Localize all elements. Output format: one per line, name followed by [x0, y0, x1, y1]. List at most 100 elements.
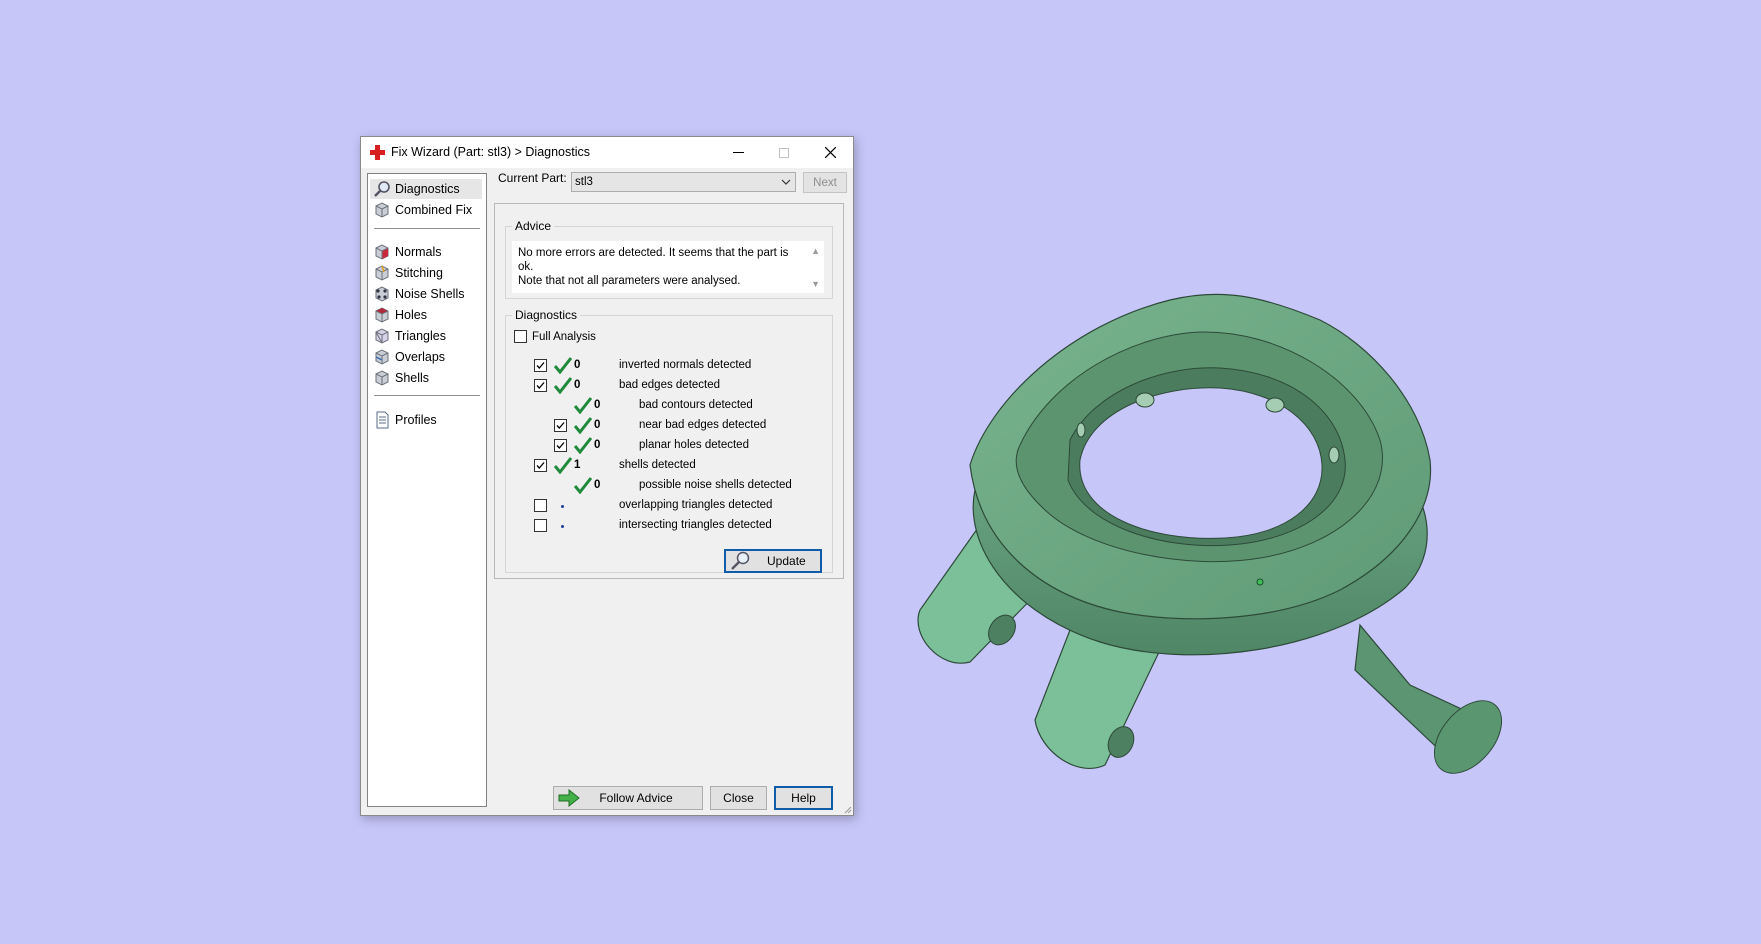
nav-item-label: Diagnostics — [395, 182, 460, 196]
current-part-select[interactable]: stl3 — [571, 172, 796, 192]
nav-item-label: Profiles — [395, 413, 437, 427]
wizard-nav: Diagnostics Combined Fix Normals Stitchi… — [367, 173, 487, 807]
row-checkbox[interactable] — [534, 519, 547, 532]
minimize-icon — [732, 152, 744, 153]
nav-item-holes[interactable]: Holes — [370, 305, 482, 325]
row-count: 0 — [594, 399, 601, 411]
stitching-cube-icon — [375, 265, 389, 281]
nav-item-label: Combined Fix — [395, 203, 473, 217]
diagnostics-group: Diagnostics Full Analysis 0 inverted nor… — [505, 308, 833, 573]
update-label: Update — [767, 554, 806, 568]
row-label: bad contours detected — [639, 399, 753, 411]
not-analysed-dot — [561, 505, 564, 508]
row-checkbox[interactable] — [554, 439, 567, 452]
not-analysed-dot — [561, 525, 564, 528]
minimize-button[interactable] — [715, 137, 761, 168]
close-icon — [824, 147, 836, 158]
close-button[interactable]: Close — [710, 786, 767, 810]
row-checkbox[interactable] — [554, 419, 567, 432]
row-label: planar holes detected — [639, 439, 749, 451]
ok-check-icon — [574, 397, 592, 414]
follow-advice-button[interactable]: Follow Advice — [553, 786, 703, 810]
triangles-cube-icon — [375, 328, 389, 344]
red-cross-icon — [370, 145, 385, 160]
nav-item-label: Holes — [395, 308, 427, 322]
advice-line: No more errors are detected. It seems th… — [518, 247, 789, 273]
nav-divider — [374, 228, 480, 229]
help-button[interactable]: Help — [774, 786, 833, 810]
title-bar[interactable]: Fix Wizard (Part: stl3) > Diagnostics — [361, 137, 853, 168]
row-count: 0 — [594, 439, 601, 451]
3d-part-model[interactable] — [900, 290, 1540, 800]
cube-icon — [375, 202, 389, 218]
nav-item-label: Noise Shells — [395, 287, 465, 301]
magnifier-icon — [374, 181, 390, 197]
nav-item-combined-fix[interactable]: Combined Fix — [370, 200, 482, 220]
nav-item-label: Overlaps — [395, 350, 446, 364]
resize-grip-icon[interactable] — [842, 804, 852, 814]
maximize-icon — [779, 147, 789, 158]
nav-item-noise-shells[interactable]: Noise Shells — [370, 284, 482, 304]
next-button[interactable]: Next — [803, 172, 847, 193]
arrow-right-icon — [558, 789, 580, 807]
scroll-down-icon[interactable]: ▼ — [811, 279, 820, 289]
row-count: 0 — [594, 479, 601, 491]
document-icon — [376, 411, 389, 429]
advice-textbox[interactable]: No more errors are detected. It seems th… — [512, 241, 824, 293]
row-checkbox[interactable] — [534, 359, 547, 372]
row-label: shells detected — [619, 459, 696, 471]
row-label: inverted normals detected — [619, 359, 752, 371]
nav-item-overlaps[interactable]: Overlaps — [370, 347, 482, 367]
close-window-button[interactable] — [807, 137, 853, 168]
nav-divider — [374, 395, 480, 396]
diagnostics-group-title: Diagnostics — [512, 308, 581, 322]
ok-check-icon — [554, 357, 572, 374]
nav-item-normals[interactable]: Normals — [370, 242, 482, 262]
row-label: bad edges detected — [619, 379, 721, 391]
update-button[interactable]: Update — [724, 549, 822, 573]
overlaps-cube-icon — [375, 349, 389, 365]
full-analysis-checkbox[interactable] — [514, 330, 527, 343]
nav-item-diagnostics[interactable]: Diagnostics — [370, 179, 482, 199]
ok-check-icon — [554, 377, 572, 394]
row-count: 1 — [574, 459, 581, 471]
current-part-label: Current Part: — [498, 171, 567, 185]
advice-group-title: Advice — [512, 219, 555, 233]
row-checkbox[interactable] — [534, 379, 547, 392]
row-count: 0 — [574, 359, 581, 371]
nav-item-label: Stitching — [395, 266, 443, 280]
holes-cube-icon — [375, 307, 389, 323]
follow-advice-label: Follow Advice — [599, 791, 673, 805]
nav-item-label: Shells — [395, 371, 430, 385]
advice-text: No more errors are detected. It seems th… — [518, 246, 798, 288]
diagnostics-panel: Advice No more errors are detected. It s… — [494, 203, 844, 579]
advice-group: Advice No more errors are detected. It s… — [505, 219, 833, 299]
maximize-button[interactable] — [761, 137, 807, 168]
current-part-value: stl3 — [575, 176, 593, 188]
window-title: Fix Wizard (Part: stl3) > Diagnostics — [391, 145, 591, 159]
normals-cube-icon — [375, 244, 389, 260]
scroll-up-icon[interactable]: ▲ — [811, 246, 820, 256]
shells-cube-icon — [375, 370, 389, 386]
nav-item-label: Normals — [395, 245, 442, 259]
noise-shells-icon — [375, 286, 389, 302]
row-checkbox[interactable] — [534, 499, 547, 512]
fix-wizard-dialog: Fix Wizard (Part: stl3) > Diagnostics Di… — [360, 136, 854, 816]
row-label: possible noise shells detected — [639, 479, 792, 491]
full-analysis-label: Full Analysis — [532, 331, 596, 343]
row-count: 0 — [574, 379, 581, 391]
nav-item-triangles[interactable]: Triangles — [370, 326, 482, 346]
nav-item-stitching[interactable]: Stitching — [370, 263, 482, 283]
nav-item-shells[interactable]: Shells — [370, 368, 482, 388]
row-label: overlapping triangles detected — [619, 499, 773, 511]
row-checkbox[interactable] — [534, 459, 547, 472]
row-label: near bad edges detected — [639, 419, 767, 431]
row-label: intersecting triangles detected — [619, 519, 772, 531]
chevron-down-icon — [781, 179, 791, 185]
magnifier-icon — [731, 551, 750, 570]
nav-item-profiles[interactable]: Profiles — [370, 410, 482, 430]
ok-check-icon — [574, 417, 592, 434]
ok-check-icon — [574, 437, 592, 454]
ok-check-icon — [574, 477, 592, 494]
ok-check-icon — [554, 457, 572, 474]
